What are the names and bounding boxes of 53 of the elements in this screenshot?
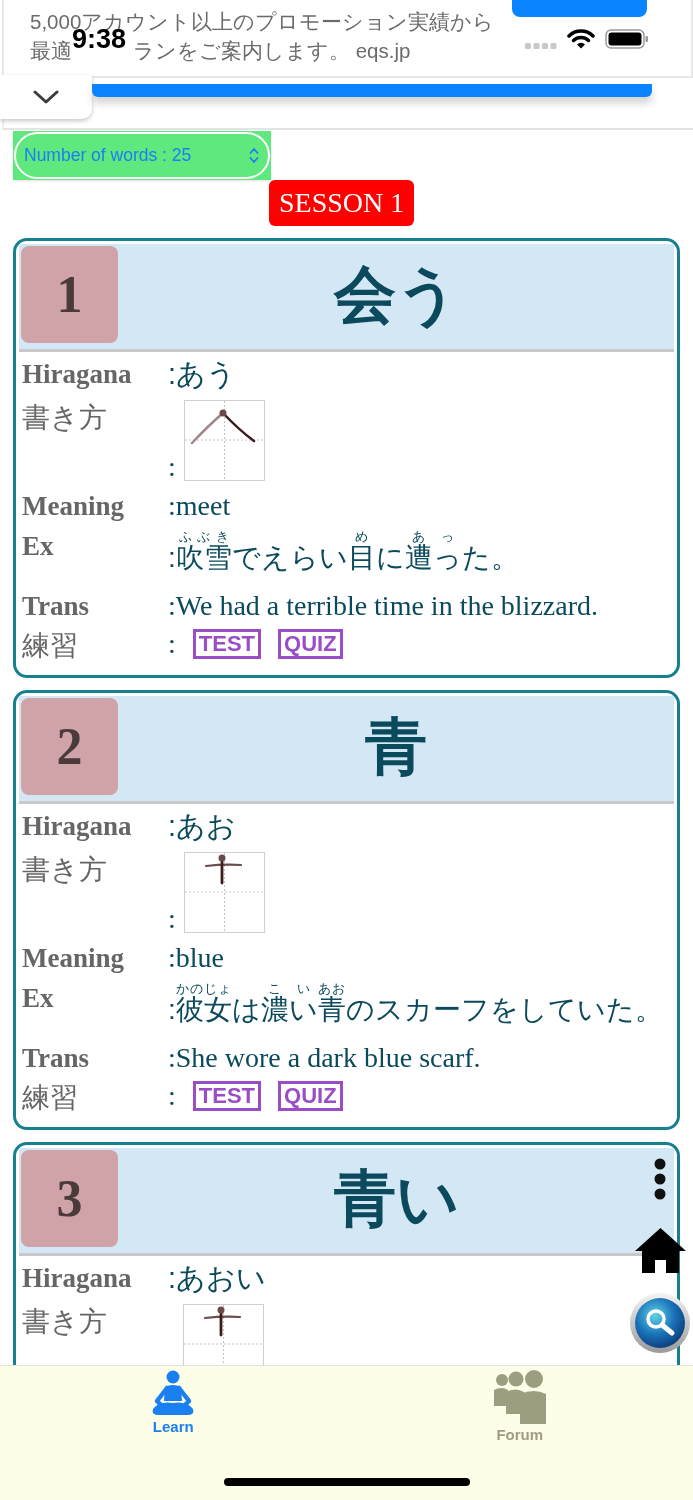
word-number: 3 bbox=[21, 1150, 118, 1247]
meaning-text: :blue bbox=[168, 941, 224, 975]
status-time: 9:38 bbox=[72, 30, 127, 49]
practice-button[interactable]: QUIZ bbox=[278, 1081, 343, 1111]
field-label: 書き方 bbox=[22, 853, 107, 887]
practice-button[interactable]: QUIZ bbox=[278, 629, 343, 659]
field-label: Hiragana bbox=[22, 1262, 132, 1295]
home-icon[interactable] bbox=[634, 1227, 687, 1274]
field-label: Hiragana bbox=[22, 810, 132, 843]
reading-text: :あう bbox=[168, 357, 237, 392]
word-count-select[interactable]: Number of words : 25 bbox=[13, 131, 271, 180]
battery-icon bbox=[605, 28, 649, 49]
tab-item[interactable]: Forum bbox=[493, 1370, 546, 1444]
field-label: 練習 bbox=[22, 1081, 78, 1115]
field-label: 書き方 bbox=[22, 401, 107, 435]
field-label: Ex bbox=[22, 982, 54, 1015]
search-icon[interactable] bbox=[629, 1292, 691, 1354]
session-label: SESSON 1 bbox=[269, 180, 415, 226]
translation-text: :We had a terrible time in the blizzard. bbox=[168, 589, 598, 623]
field-label: Hiragana bbox=[22, 358, 132, 391]
field-label: 書き方 bbox=[22, 1305, 107, 1339]
word-number: 2 bbox=[21, 698, 118, 795]
up-down-chevron-icon bbox=[249, 147, 259, 164]
word-title: 青い bbox=[333, 1162, 459, 1235]
reading-text: :あおい bbox=[168, 1261, 267, 1296]
word-title: 青 bbox=[365, 710, 427, 783]
colon-text: : bbox=[168, 453, 176, 481]
field-label: Meaning bbox=[22, 942, 124, 975]
reading-text: :あお bbox=[168, 809, 237, 844]
field-label: Ex bbox=[22, 530, 54, 563]
practice-button[interactable]: TEST bbox=[192, 629, 261, 659]
ad-text[interactable]: 最適 bbox=[30, 40, 72, 62]
signal-dots-icon bbox=[525, 42, 557, 49]
tab-item[interactable]: Learn bbox=[149, 1370, 198, 1444]
field-label: 練習 bbox=[22, 629, 78, 663]
ad-text[interactable]: ランをご案内します。 eqs.jp bbox=[133, 40, 411, 62]
field-label: Trans bbox=[22, 590, 89, 623]
example-sentence: :吹雪 ふぶき でえらい 目 め に遭 あ っ っ た。 bbox=[168, 528, 519, 575]
colon-text: : bbox=[168, 1082, 176, 1110]
word-title: 会う bbox=[333, 258, 459, 331]
colon-text: : bbox=[168, 630, 176, 658]
word-number: 1 bbox=[21, 246, 118, 343]
collapse-button[interactable] bbox=[0, 75, 92, 119]
field-label: Meaning bbox=[22, 490, 124, 523]
field-label: Trans bbox=[22, 1042, 89, 1075]
translation-text: :She wore a dark blue scarf. bbox=[168, 1041, 481, 1075]
wifi-icon bbox=[567, 28, 595, 49]
people-group-icon bbox=[493, 1370, 546, 1424]
example-sentence: :彼女 かのじょ は濃 こ い い 青 あお のスカーフをしていた。 bbox=[168, 980, 663, 1027]
practice-button[interactable]: TEST bbox=[192, 1081, 261, 1111]
chevron-down-icon bbox=[33, 90, 59, 104]
colon-text: : bbox=[168, 905, 176, 933]
meaning-text: :meet bbox=[168, 489, 231, 523]
